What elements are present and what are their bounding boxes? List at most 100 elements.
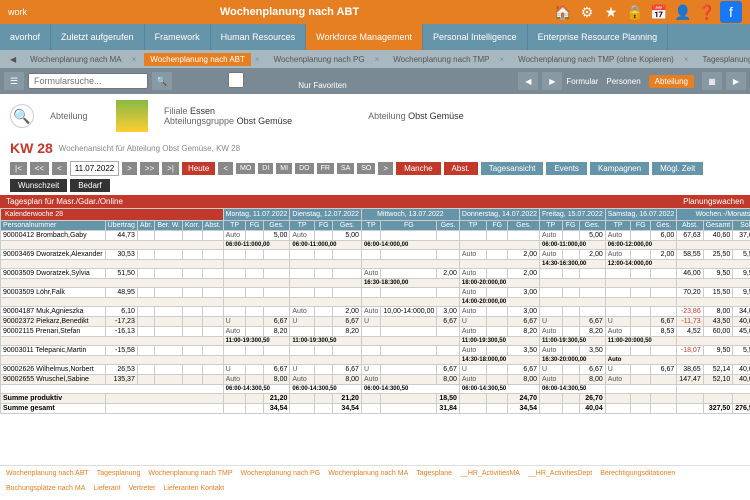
search-icon[interactable]: 🔍 (10, 104, 34, 128)
day-mi[interactable]: MI (276, 163, 292, 174)
bedarf-btn[interactable]: Bedarf (70, 179, 110, 192)
table-row[interactable]: 90003011 Telepanic,Martin-15,58Auto3,50A… (1, 346, 750, 356)
close-icon[interactable]: × (493, 53, 510, 66)
events-btn[interactable]: Events (546, 162, 586, 175)
lock-icon[interactable]: 🔒 (624, 1, 646, 23)
tab-framework[interactable]: Framework (145, 24, 211, 50)
calendar-icon[interactable]: 📅 (648, 1, 670, 23)
cal-prev[interactable]: < (218, 162, 233, 175)
search-input[interactable] (28, 73, 148, 89)
toolbar: ☰ 🔍 Nur Favoriten ◀ ▶ Formular Personen … (0, 68, 750, 94)
next-btn[interactable]: >> (140, 162, 159, 175)
back-icon[interactable]: ◀ (4, 53, 22, 66)
day-di[interactable]: DI (258, 163, 273, 174)
nav-next-icon[interactable]: ▶ (542, 72, 562, 90)
menu-icon[interactable]: ☰ (4, 72, 24, 90)
fwd-btn[interactable]: > (122, 162, 137, 175)
subtab-tag[interactable]: Tagesplanung (697, 53, 750, 66)
day-sa[interactable]: SA (337, 163, 354, 174)
footer-link[interactable]: Tagesplanung (97, 470, 141, 477)
tab-avorhof[interactable]: avorhof (0, 24, 51, 50)
footer-link[interactable]: Buchungsplätze nach MA (6, 485, 85, 492)
search-btn[interactable]: 🔍 (152, 72, 172, 90)
facebook-icon[interactable]: f (720, 1, 742, 23)
footer-link[interactable]: Lieferanten Kontakt (164, 485, 225, 492)
fav-checkbox[interactable] (176, 72, 296, 88)
cal-next[interactable]: > (378, 162, 393, 175)
date-field[interactable]: 11.07.2022 (70, 161, 119, 176)
footer-link[interactable]: Wochenplanung nach MA (328, 470, 408, 477)
tab-erp[interactable]: Enterprise Resource Planning (528, 24, 669, 50)
tab-pi[interactable]: Personal Intelligence (423, 24, 528, 50)
last-btn[interactable]: >| (162, 162, 179, 175)
abst-btn[interactable]: Abst. (444, 162, 478, 175)
help-icon[interactable]: ❓ (696, 1, 718, 23)
abt2-lbl: Abteilung (368, 111, 406, 121)
tab-workforce[interactable]: Workforce Management (306, 24, 423, 50)
footer-link[interactable]: Berechtigungsditationen (600, 470, 675, 477)
moegl-btn[interactable]: Mögl. Zeit (652, 162, 703, 175)
subtab-tmp2[interactable]: Wochenplanung nach TMP (ohne Kopieren) (512, 53, 680, 66)
tab-recent[interactable]: Zuletzt aufgerufen (51, 24, 145, 50)
footer-link[interactable]: Wochenplanung nach TMP (148, 470, 232, 477)
subtab-pg[interactable]: Wochenplanung nach PG (268, 53, 371, 66)
table-row[interactable]: 90002655 Wruschel,Sabine135,37Auto8,00Au… (1, 375, 750, 385)
tab-hr[interactable]: Human Resources (211, 24, 307, 50)
table-row[interactable]: 90002115 Prenari,Stefan-16,13Auto8,208,2… (1, 327, 750, 337)
home-icon[interactable]: 🏠 (552, 1, 574, 23)
table-row[interactable]: 90003509 Löhr,Falk48,95Auto3,0070,2015,5… (1, 288, 750, 298)
close-icon[interactable]: × (249, 53, 266, 66)
footer-link[interactable]: Lieferant (93, 485, 120, 492)
subtab-ma[interactable]: Wochenplanung nach MA (24, 53, 127, 66)
footer-link[interactable]: Vertreter (129, 485, 156, 492)
day-do[interactable]: DO (295, 163, 314, 174)
redbar-right: Planungswachen (683, 197, 744, 206)
star-icon[interactable]: ★ (600, 1, 622, 23)
prev-btn[interactable]: << (30, 162, 49, 175)
fav-label: Nur Favoriten (298, 81, 346, 90)
tages-btn[interactable]: Tagesansicht (481, 162, 544, 175)
table-row-time[interactable]: 14:00-20:000,00 (1, 298, 750, 307)
footer-link[interactable]: Wochenplanung nach ABT (6, 470, 89, 477)
table-row-time[interactable]: 14:30-16:300,0012:00-14:000,00 (1, 260, 750, 269)
first-btn[interactable]: |< (10, 162, 27, 175)
close-icon[interactable]: × (369, 53, 386, 66)
table-row[interactable]: 90003469 Dworatzek,Alexander30,53Auto2,0… (1, 250, 750, 260)
day-mo[interactable]: MO (236, 163, 255, 174)
today-btn[interactable]: Heute (182, 162, 215, 175)
wunsch-btn[interactable]: Wunschzeit (10, 179, 67, 192)
personen-label: Personen (606, 77, 640, 86)
table-row-time[interactable]: 11:00-19:300,5011:00-19:300,5011:00-19:3… (1, 337, 750, 346)
table-row[interactable]: 90002372 Piekarz,Benedikt-17,23U6,67U6,6… (1, 317, 750, 327)
footer-link[interactable]: __HR_ActivitiesDept (528, 470, 592, 477)
kampagnen-btn[interactable]: Kampagnen (590, 162, 649, 175)
subtab-abt[interactable]: Wochenplanung nach ABT (144, 53, 251, 66)
table-row-time[interactable]: 16:30-18:300,0018:00-20:000,00 (1, 279, 750, 288)
table-row[interactable]: 90004187 Muk,Agnieszka6,10Auto2,00Auto10… (1, 307, 750, 317)
day-fr[interactable]: FR (317, 163, 334, 174)
footer-link[interactable]: Tagesplane (416, 470, 452, 477)
manche-btn[interactable]: Manche (396, 162, 440, 175)
table-row[interactable]: 90002626 Wilhelmus,Norbert26,53U6,67U6,6… (1, 365, 750, 375)
main-tabs: avorhof Zuletzt aufgerufen Framework Hum… (0, 24, 750, 50)
forward-icon[interactable]: ▶ (726, 72, 746, 90)
filiale-lbl: Filiale (164, 106, 188, 116)
table-row-time[interactable]: 06:00-11:000,0006:00-11:000,0006:00-14:0… (1, 241, 750, 250)
subtab-tmp[interactable]: Wochenplanung nach TMP (387, 53, 495, 66)
redbar-left: Tagesplan für Masr./Gdar./Online (6, 197, 123, 206)
close-icon[interactable]: × (126, 53, 143, 66)
back-btn[interactable]: < (52, 162, 67, 175)
close-icon[interactable]: × (678, 53, 695, 66)
user-icon[interactable]: 👤 (672, 1, 694, 23)
day-so[interactable]: SO (357, 163, 375, 174)
grid-icon[interactable]: ▦ (702, 72, 722, 90)
footer-link[interactable]: Wochenplanung nach PG (241, 470, 321, 477)
footer-link[interactable]: __HR_ActivitiesMA (460, 470, 520, 477)
table-row[interactable]: 90000412 Brombach,Gaby44,73Auto5,00Auto5… (1, 231, 750, 241)
table-row-time[interactable]: 14:30-18:000,0016:30-20:000,00Auto (1, 356, 750, 365)
gear-icon[interactable]: ⚙ (576, 1, 598, 23)
abteilung-label[interactable]: Abteilung (649, 75, 694, 88)
table-row[interactable]: 90003509 Dworatzek,Sylvia51,50Auto2,00Au… (1, 269, 750, 279)
nav-prev-icon[interactable]: ◀ (518, 72, 538, 90)
table-row-time[interactable]: 06:00-14:300,5006:00-14:300,5006:00-14:3… (1, 385, 750, 394)
